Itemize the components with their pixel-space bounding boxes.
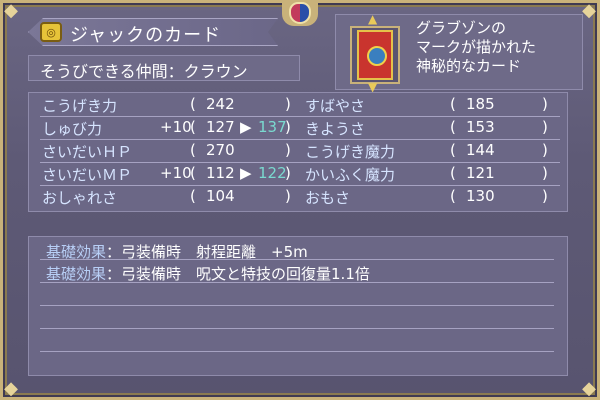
divider <box>40 139 560 140</box>
divider <box>40 351 554 352</box>
stat-value: 270 <box>206 141 235 159</box>
paren-close: ) <box>285 141 291 159</box>
stat-row: こうげき力 (242) すばやさ (185) <box>0 95 600 117</box>
paren-open: ( <box>190 187 196 205</box>
divider <box>40 116 560 117</box>
paren-close: ) <box>285 164 291 182</box>
paren-close: ) <box>542 95 548 113</box>
paren-close: ) <box>542 187 548 205</box>
paren-close: ) <box>285 95 291 113</box>
stat-label: きようさ <box>305 120 366 138</box>
stat-row: おしゃれさ (104) おもさ (130) <box>0 187 600 209</box>
paren-open: ( <box>450 187 456 205</box>
stat-label: かいふく魔力 <box>305 166 396 184</box>
stat-new-value: 122 <box>258 164 287 182</box>
crest-emblem-icon <box>282 0 318 26</box>
scroll-up-arrow-icon[interactable]: ▲ <box>368 12 377 26</box>
equippable-party-label: そうびできる仲間：クラウン <box>40 62 248 81</box>
stat-label: さいだいＨＰ <box>42 143 133 161</box>
stat-label: さいだいＭＰ <box>42 166 133 184</box>
stat-value: 112 <box>206 164 235 182</box>
divider <box>40 328 554 329</box>
corner-ornament-icon: ◆ <box>582 378 596 399</box>
paren-close: ) <box>542 164 548 182</box>
corner-ornament-icon: ◆ <box>4 0 18 21</box>
paren-close: ) <box>285 118 291 136</box>
stat-value: 144 <box>466 141 495 159</box>
paren-close: ) <box>542 118 548 136</box>
paren-close: ) <box>542 141 548 159</box>
stat-row: しゅび力 +10(127 ▶ 137) きようさ(153) <box>0 118 600 140</box>
paren-open: ( <box>190 164 196 182</box>
paren-open: ( <box>190 95 196 113</box>
paren-open: ( <box>450 164 456 182</box>
description-line: グラブゾンの <box>416 19 507 37</box>
stat-label: おしゃれさ <box>42 189 118 207</box>
effect-key: 基礎効果 <box>46 265 107 283</box>
divider <box>40 282 554 283</box>
paren-open: ( <box>450 95 456 113</box>
item-card-icon: ◎ <box>40 22 62 42</box>
stat-new-value: 137 <box>258 118 287 136</box>
stat-value: 153 <box>466 118 495 136</box>
effect-line: 基礎効果：弓装備時 呪文と特技の回復量1.1倍 <box>46 263 370 284</box>
stat-label: おもさ <box>305 189 351 207</box>
paren-open: ( <box>190 118 196 136</box>
stat-bonus: +10 <box>160 164 192 182</box>
paren-open: ( <box>190 141 196 159</box>
stat-row: さいだいＭＰ +10(112 ▶ 122) かいふく魔力(121) <box>0 164 600 186</box>
paren-open: ( <box>450 141 456 159</box>
stat-label: こうげき魔力 <box>305 143 396 161</box>
description-line: マークが描かれた <box>416 38 537 56</box>
increase-arrow-icon: ▶ <box>240 164 252 182</box>
stat-label: こうげき力 <box>42 97 118 115</box>
stat-value: 242 <box>206 95 235 113</box>
paren-open: ( <box>450 118 456 136</box>
effect-text: ：弓装備時 呪文と特技の回復量1.1倍 <box>106 265 370 283</box>
stat-value: 104 <box>206 187 235 205</box>
divider <box>40 305 554 306</box>
stat-value: 130 <box>466 187 495 205</box>
corner-ornament-icon: ◆ <box>4 378 18 399</box>
stat-row: さいだいＨＰ (270) こうげき魔力 (144) <box>0 141 600 163</box>
stat-label: すばやさ <box>305 97 366 115</box>
divider <box>40 259 554 260</box>
stat-label: しゅび力 <box>42 120 103 138</box>
paren-close: ) <box>285 187 291 205</box>
stat-bonus: +10 <box>160 118 192 136</box>
increase-arrow-icon: ▶ <box>240 118 252 136</box>
stat-value: 185 <box>466 95 495 113</box>
divider <box>40 162 560 163</box>
stat-value: 127 <box>206 118 235 136</box>
item-name: ジャックのカード <box>70 25 222 46</box>
stat-value: 121 <box>466 164 495 182</box>
card-thumbnail-icon <box>357 30 393 80</box>
divider <box>40 185 560 186</box>
description-line: 神秘的なカード <box>416 57 522 75</box>
